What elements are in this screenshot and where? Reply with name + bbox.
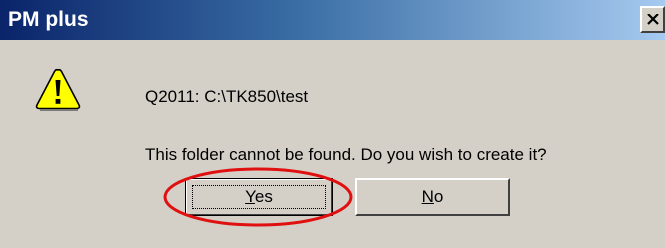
no-accelerator: N	[421, 187, 434, 206]
warning-icon	[35, 68, 81, 111]
yes-label-rest: es	[254, 187, 273, 206]
yes-button[interactable]: Yes	[185, 178, 333, 216]
title-bar[interactable]: PM plus	[0, 0, 665, 40]
close-button[interactable]	[640, 6, 665, 33]
no-label-rest: o	[433, 187, 444, 206]
yes-accelerator: Y	[245, 187, 255, 206]
no-button[interactable]: No	[355, 178, 510, 216]
folder-path-text: Q2011: C:\TK850\test	[145, 87, 309, 106]
window-title: PM plus	[8, 8, 89, 31]
close-icon	[647, 14, 659, 25]
dialog-window: PM plus Q2011: C:\TK850\test This folder…	[0, 0, 665, 248]
message-text: This folder cannot be found. Do you wish…	[145, 145, 547, 164]
